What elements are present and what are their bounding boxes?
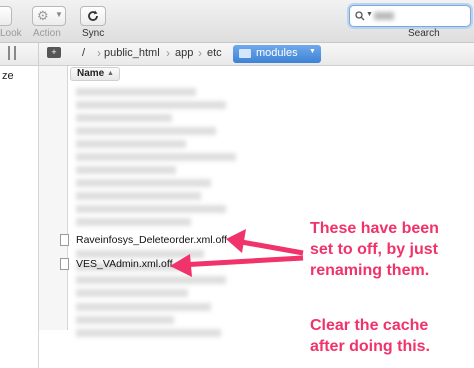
document-icon bbox=[60, 258, 69, 270]
sidebar-column bbox=[39, 66, 68, 330]
arrow-to-ves-vadmin bbox=[179, 255, 304, 268]
search-icon bbox=[355, 11, 365, 21]
annotation-line: after doing this. bbox=[310, 338, 430, 355]
column-header-label: Name bbox=[77, 68, 105, 79]
action-button[interactable]: ⚙ ▼ bbox=[32, 6, 66, 26]
breadcrumb-separator-icon: › bbox=[198, 46, 202, 60]
column-header-name[interactable]: Name ▲ bbox=[70, 67, 120, 81]
breadcrumb-separator-icon: › bbox=[166, 46, 170, 60]
arrowhead-raveinfosys bbox=[226, 229, 246, 253]
sort-ascending-icon: ▲ bbox=[107, 70, 114, 77]
breadcrumb-separator-icon: › bbox=[97, 46, 101, 60]
annotation-line: set to off, by just bbox=[310, 241, 438, 258]
chevron-down-icon: ▼ bbox=[55, 10, 63, 19]
toolbar: Look ⚙ ▼ Action Sync ▼ Search bbox=[0, 0, 474, 43]
annotation-note-cache: Clear the cache after doing this. bbox=[310, 315, 430, 357]
chevron-down-icon: ▼ bbox=[309, 48, 316, 55]
sync-icon bbox=[88, 10, 98, 21]
breadcrumb-modules-label: modules bbox=[256, 47, 298, 59]
breadcrumb-modules[interactable]: modules ▼ bbox=[233, 45, 321, 63]
search-input[interactable]: ▼ bbox=[349, 5, 471, 27]
gear-icon: ⚙ bbox=[37, 8, 49, 23]
search-caret-icon: ▼ bbox=[366, 11, 373, 18]
folder-icon bbox=[239, 49, 251, 58]
quick-look-button[interactable] bbox=[0, 6, 12, 26]
breadcrumb-etc[interactable]: etc bbox=[207, 47, 222, 59]
new-folder-icon[interactable]: + bbox=[47, 47, 61, 58]
breadcrumb-app[interactable]: app bbox=[175, 47, 193, 59]
sync-label: Sync bbox=[82, 28, 105, 39]
breadcrumb-root[interactable]: / bbox=[82, 47, 85, 59]
file-name: VES_VAdmin.xml.off bbox=[76, 258, 173, 270]
search-value-blurred bbox=[374, 12, 394, 20]
file-name: Raveinfosys_Deleteorder.xml.off bbox=[76, 234, 227, 246]
action-label: Action bbox=[33, 28, 61, 39]
sidebar: ze bbox=[0, 66, 39, 368]
sidebar-toggle-icon[interactable] bbox=[8, 46, 16, 60]
annotation-line: Clear the cache bbox=[310, 317, 429, 334]
divider bbox=[38, 43, 39, 65]
annotation-line: These have been bbox=[310, 220, 439, 237]
path-bar: + / › public_html › app › etc modules ▼ bbox=[0, 43, 474, 66]
document-icon bbox=[60, 234, 69, 246]
look-label: Look bbox=[0, 28, 22, 39]
sync-button[interactable] bbox=[80, 6, 106, 26]
annotation-line: renaming them. bbox=[310, 262, 430, 279]
sidebar-item-label: ze bbox=[2, 70, 14, 82]
arrow-to-raveinfosys bbox=[235, 238, 304, 256]
breadcrumb-public-html[interactable]: public_html bbox=[104, 47, 160, 59]
annotation-note: These have been set to off, by just rena… bbox=[310, 218, 439, 281]
search-label: Search bbox=[408, 28, 440, 39]
